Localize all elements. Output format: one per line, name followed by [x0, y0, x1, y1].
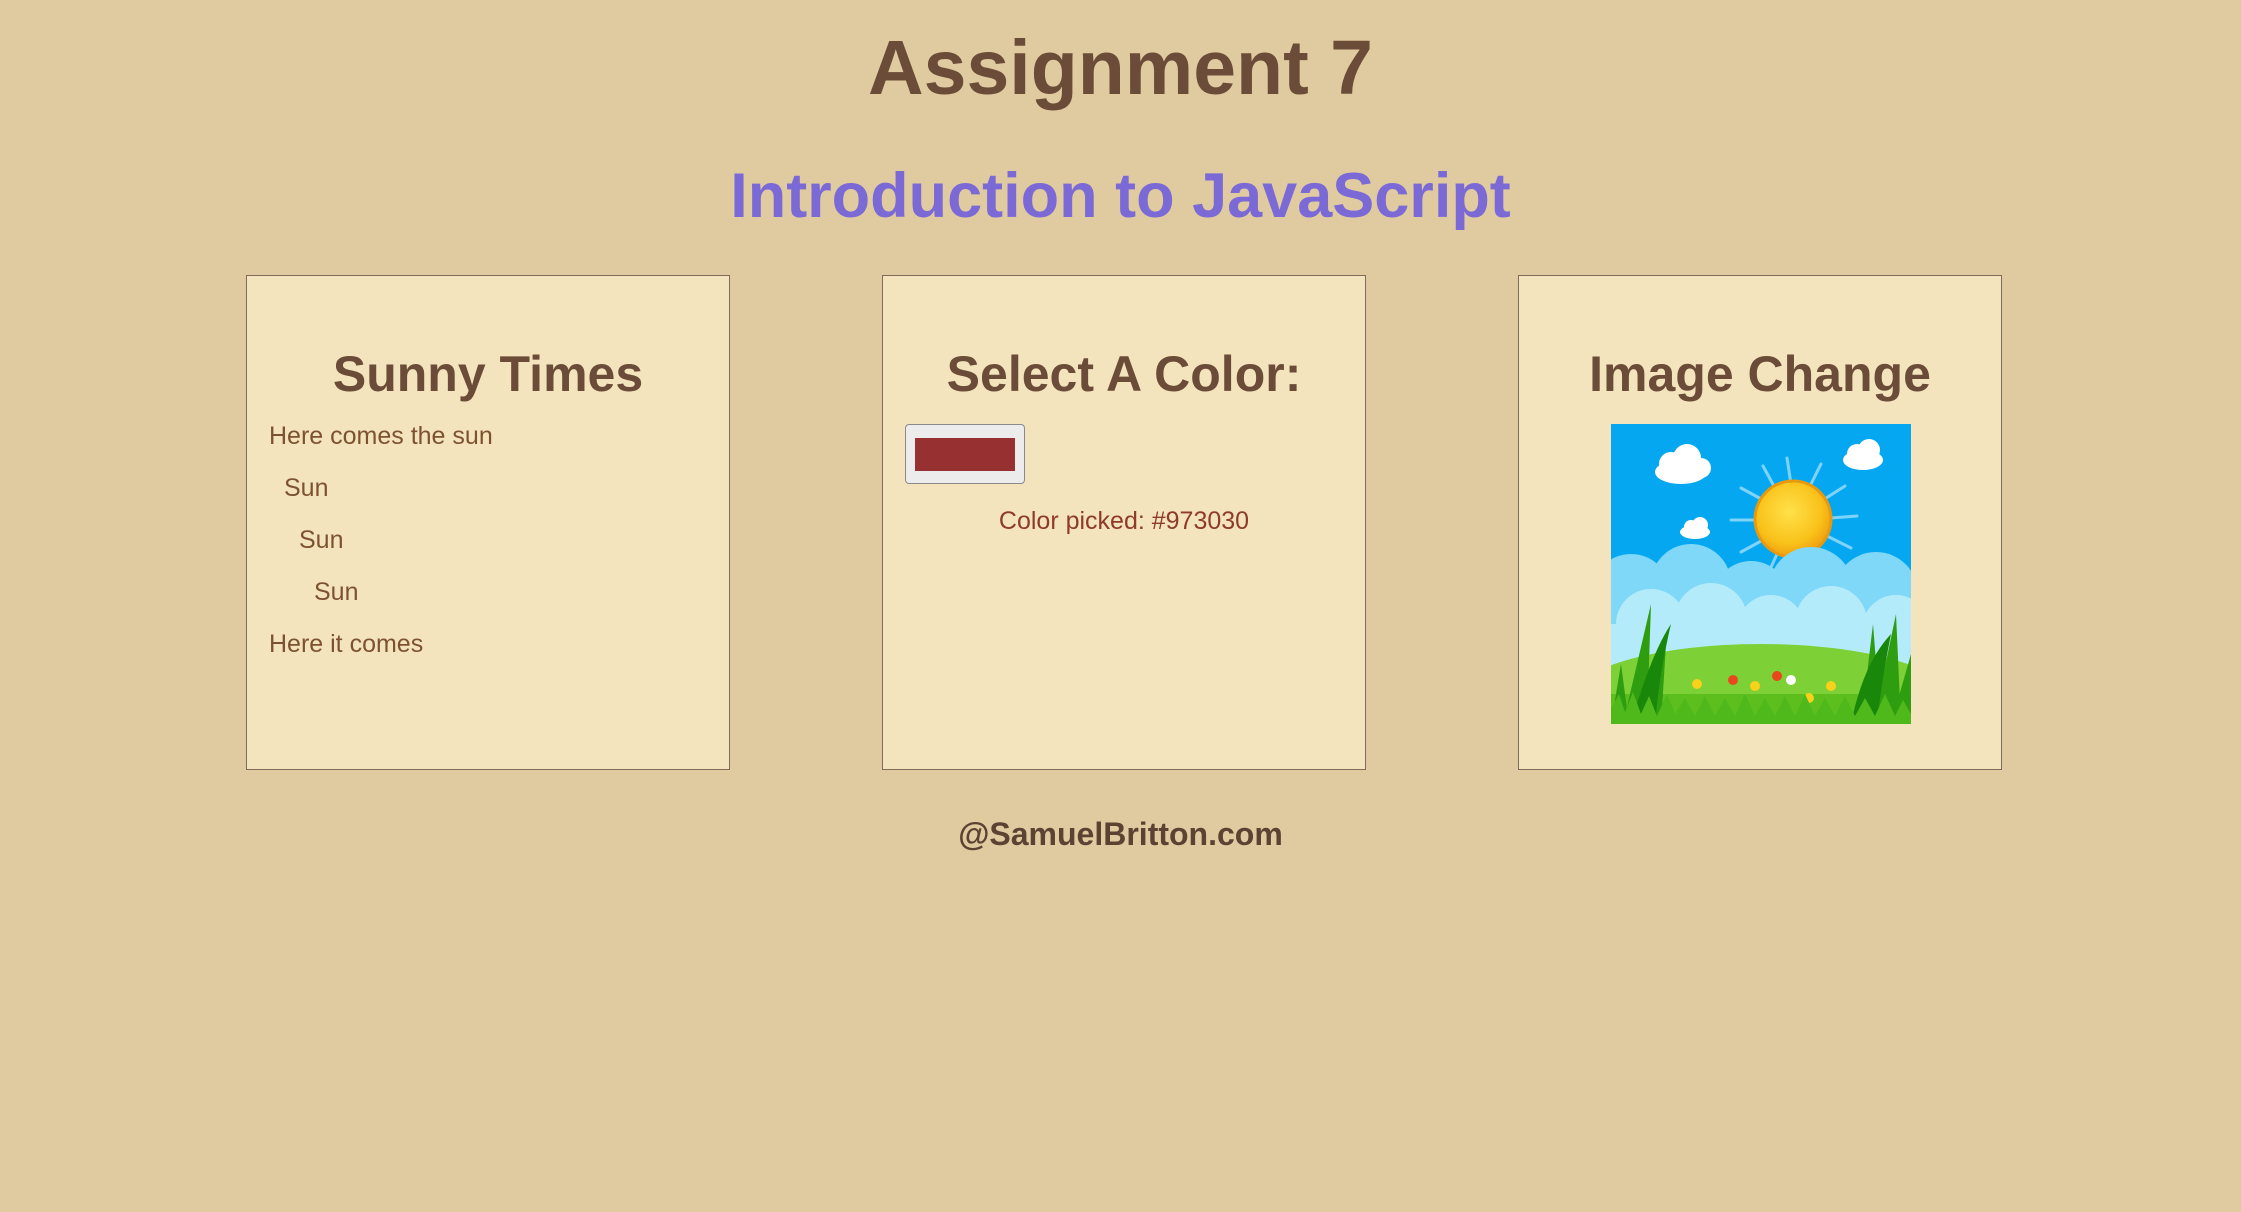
image-change-title: Image Change: [1589, 346, 1931, 402]
sunny-landscape-icon[interactable]: [1611, 424, 1911, 724]
color-picker-input[interactable]: [905, 424, 1025, 484]
color-select-card: Select A Color: Color picked: #973030: [882, 275, 1366, 770]
image-change-card: Image Change: [1518, 275, 2002, 770]
sunny-line-3: Sun: [299, 526, 344, 554]
sunny-line-5: Here it comes: [269, 630, 424, 658]
color-select-title: Select A Color:: [946, 346, 1302, 402]
sunny-line-1: Here comes the sun: [269, 422, 493, 450]
sunny-line-2: Sun: [284, 474, 329, 502]
color-picked-text: Color picked: #973030: [998, 507, 1250, 535]
page-subtitle: Introduction to JavaScript: [730, 161, 1511, 231]
sunny-line-4: Sun: [314, 578, 359, 606]
color-swatch: [915, 438, 1015, 471]
sunny-times-title: Sunny Times: [332, 346, 644, 402]
footer-credit: @SamuelBritton.com: [958, 816, 1283, 852]
page-title: Assignment 7: [868, 25, 1373, 111]
sunny-times-card: Sunny Times Here comes the sun Sun Sun S…: [246, 275, 730, 770]
